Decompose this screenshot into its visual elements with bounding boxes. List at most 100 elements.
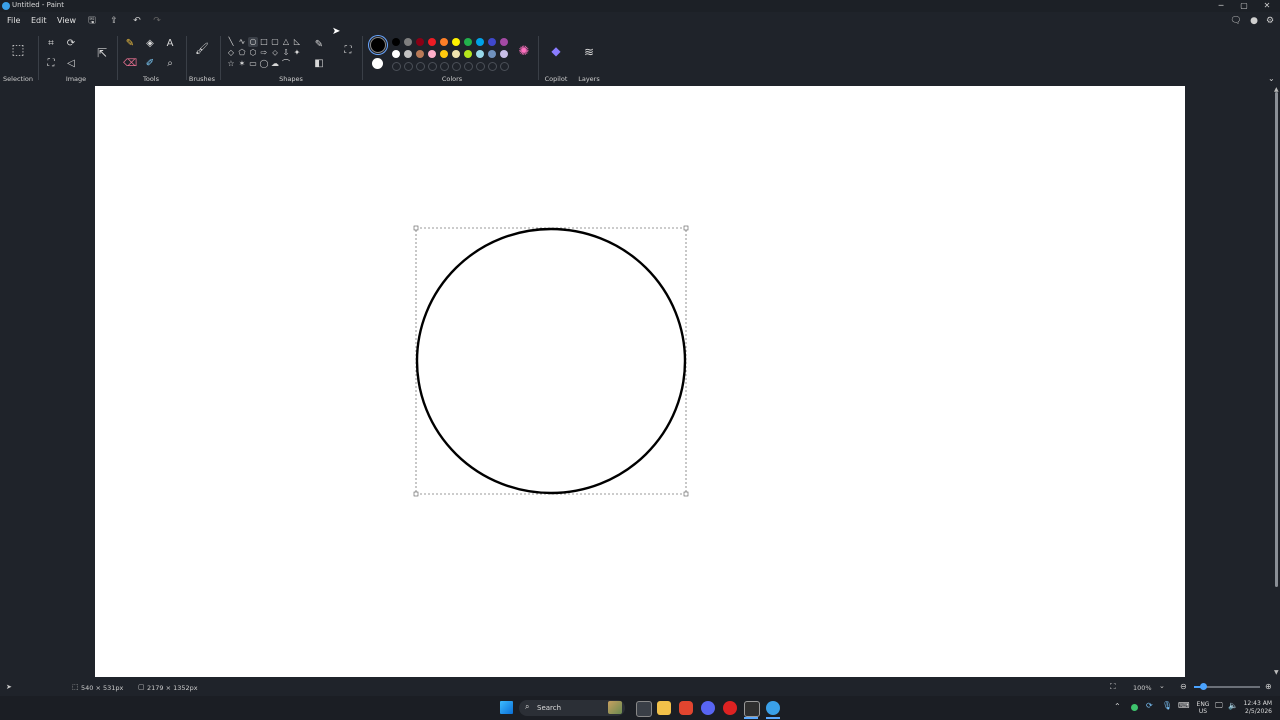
shape-option[interactable]: ⬦	[270, 48, 280, 58]
settings-icon[interactable]: ⚙	[1264, 15, 1276, 27]
background-icon[interactable]: ⛶	[44, 57, 58, 71]
color-swatch[interactable]	[452, 38, 460, 46]
color-swatch[interactable]	[440, 38, 448, 46]
resize-handle[interactable]	[683, 491, 689, 497]
shape-option[interactable]: ☁	[270, 59, 280, 69]
eraser-icon[interactable]: ⌫	[123, 57, 137, 71]
share-icon[interactable]: ⇪	[108, 15, 120, 27]
custom-color-slot[interactable]	[404, 62, 413, 71]
shape-option[interactable]: ◺	[292, 37, 302, 47]
shape-option[interactable]: ╲	[226, 37, 236, 47]
tray-sync-icon[interactable]: ⟳	[1146, 701, 1153, 710]
brush-icon[interactable]: 🖌	[195, 42, 209, 56]
custom-color-slot[interactable]	[476, 62, 485, 71]
copilot-icon[interactable]: ◆	[549, 44, 563, 58]
task-view-icon[interactable]	[636, 701, 652, 717]
shape-option[interactable]: ▢	[270, 37, 280, 47]
shape-option[interactable]: ▭	[248, 59, 258, 69]
account-icon[interactable]: ●	[1248, 15, 1260, 27]
resize-icon[interactable]: ⇱	[95, 46, 109, 60]
color-swatch[interactable]	[452, 50, 460, 58]
color-swatch[interactable]	[464, 50, 472, 58]
shape-option[interactable]: ⌒	[281, 59, 291, 69]
color-swatch[interactable]	[476, 38, 484, 46]
network-icon[interactable]: 🖵	[1215, 701, 1223, 711]
color-swatch[interactable]	[428, 38, 436, 46]
app-icon-red[interactable]	[723, 701, 737, 715]
shape-option[interactable]: ✦	[292, 48, 302, 58]
shape-option[interactable]: ⇩	[281, 48, 291, 58]
text-icon[interactable]: A	[163, 37, 177, 51]
shape-fill-icon[interactable]: ◧	[312, 57, 326, 71]
custom-color-slot[interactable]	[392, 62, 401, 71]
zoom-dropdown-chevron-icon[interactable]: ⌄	[1159, 682, 1165, 690]
color-swatch[interactable]	[464, 38, 472, 46]
selection-icon[interactable]: ⬚	[11, 43, 25, 57]
color-swatch[interactable]	[392, 50, 400, 58]
color-swatch[interactable]	[476, 50, 484, 58]
tray-keyboard-icon[interactable]: ⌨	[1178, 701, 1190, 710]
close-button[interactable]: ✕	[1256, 0, 1278, 12]
comment-icon[interactable]: 🗨	[1230, 15, 1242, 27]
fill-icon[interactable]: ◈	[143, 37, 157, 51]
menu-edit[interactable]: Edit	[31, 16, 47, 25]
capcut-icon[interactable]	[744, 701, 760, 717]
color-swatch[interactable]	[392, 38, 400, 46]
shape-option[interactable]: △	[281, 37, 291, 47]
volume-icon[interactable]: 🔈	[1228, 701, 1238, 710]
fit-to-window-icon[interactable]: ⛶	[1110, 682, 1116, 692]
brave-browser-icon[interactable]	[679, 701, 693, 715]
secondary-color[interactable]	[372, 58, 383, 69]
zoom-slider-thumb[interactable]	[1200, 683, 1207, 690]
maximize-button[interactable]: ▢	[1233, 0, 1255, 12]
shape-option[interactable]: ◇	[226, 48, 236, 58]
outline-icon[interactable]: ✎	[312, 38, 326, 52]
flip-icon[interactable]: ◁	[64, 57, 78, 71]
shape-option[interactable]: ⬡	[248, 48, 258, 58]
tray-status-icon[interactable]	[1131, 704, 1138, 711]
custom-color-slot[interactable]	[464, 62, 473, 71]
shape-option[interactable]: ⇨	[259, 48, 269, 58]
custom-color-slot[interactable]	[488, 62, 497, 71]
windows-start-icon[interactable]	[500, 701, 513, 714]
redo-icon[interactable]: ↷	[151, 15, 163, 27]
layers-icon[interactable]: ≋	[582, 45, 596, 59]
color-swatch[interactable]	[488, 38, 496, 46]
save-icon[interactable]: 🖫	[86, 15, 98, 27]
paint-taskbar-icon[interactable]	[766, 701, 780, 715]
edit-colors-icon[interactable]: ✺	[517, 45, 531, 59]
language-indicator[interactable]: ENG US	[1196, 701, 1210, 715]
color-swatch[interactable]	[404, 50, 412, 58]
collapse-ribbon-chevron-icon[interactable]: ⌄	[1268, 74, 1275, 83]
color-swatch[interactable]	[500, 38, 508, 46]
resize-handle[interactable]	[413, 225, 419, 231]
color-swatch[interactable]	[416, 38, 424, 46]
pencil-icon[interactable]: ✎	[123, 37, 137, 51]
color-swatch[interactable]	[488, 50, 496, 58]
custom-color-slot[interactable]	[428, 62, 437, 71]
zoom-in-icon[interactable]: ⊕	[1265, 682, 1272, 691]
resize-handle[interactable]	[683, 225, 689, 231]
shape-option[interactable]: □	[259, 37, 269, 47]
zoom-level-dropdown[interactable]: 100%	[1133, 684, 1152, 692]
file-explorer-icon[interactable]	[657, 701, 671, 715]
menu-view[interactable]: View	[57, 16, 76, 25]
vertical-scrollbar[interactable]	[1275, 92, 1278, 587]
color-swatch[interactable]	[428, 50, 436, 58]
shape-option[interactable]: ∿	[237, 37, 247, 47]
crop-icon[interactable]: ⌗	[44, 37, 58, 51]
shape-option[interactable]: ✶	[237, 59, 247, 69]
shape-option[interactable]: ◯	[259, 59, 269, 69]
scroll-down-arrow-icon[interactable]: ▼	[1274, 669, 1279, 676]
shape-option[interactable]: ⬠	[237, 48, 247, 58]
color-picker-icon[interactable]: ✐	[143, 57, 157, 71]
color-swatch[interactable]	[440, 50, 448, 58]
menu-file[interactable]: File	[7, 16, 20, 25]
zoom-out-icon[interactable]: ⊖	[1180, 682, 1187, 691]
discord-icon[interactable]	[701, 701, 715, 715]
shape-style-icon[interactable]: ⛶	[341, 44, 355, 58]
tray-chevron-icon[interactable]: ⌃	[1114, 702, 1121, 711]
clock[interactable]: 12:43 AM 2/5/2026	[1240, 700, 1272, 716]
custom-color-slot[interactable]	[416, 62, 425, 71]
resize-handle[interactable]	[413, 491, 419, 497]
